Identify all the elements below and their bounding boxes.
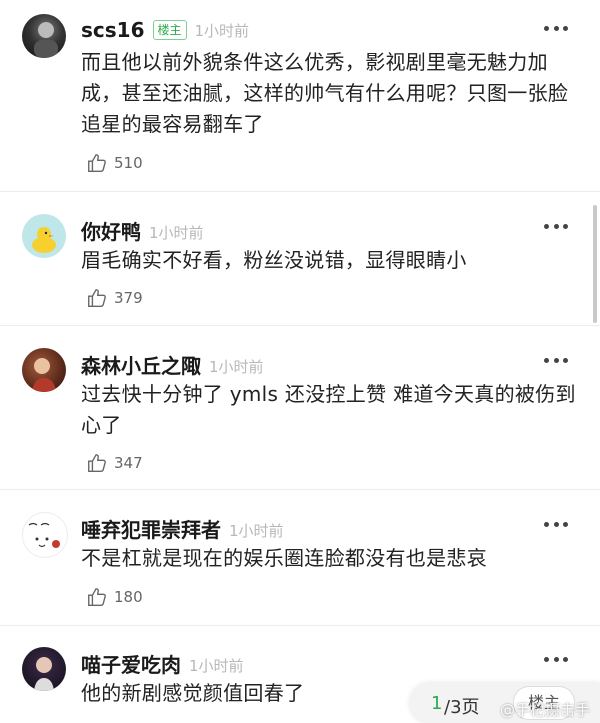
more-options-button[interactable] xyxy=(544,656,568,662)
thumbs-up-icon xyxy=(88,154,106,172)
op-badge: 楼主 xyxy=(152,20,187,40)
comment-item: 森林小丘之陬 1小时前 过去快十分钟了 ymls 还没控上赞 难道今天真的被伤到心… xyxy=(0,326,600,490)
username-text[interactable]: scs16 xyxy=(81,18,145,42)
more-dots-icon xyxy=(544,223,549,229)
comment-time: 1小时前 xyxy=(209,358,264,376)
like-count: 510 xyxy=(114,154,143,172)
like-button[interactable]: 347 xyxy=(86,452,143,474)
avatar[interactable] xyxy=(22,214,66,258)
comment-time: 1小时前 xyxy=(229,522,284,540)
watermark: @手杞摄击手 xyxy=(500,701,591,719)
avatar[interactable] xyxy=(22,348,66,392)
username-text[interactable]: 森林小丘之陬 xyxy=(81,354,201,378)
comment-time: 1小时前 xyxy=(194,22,250,40)
comment-text: 不是杠就是现在的娱乐圈连脸都没有也是悲哀 xyxy=(81,546,487,570)
comment-item: 唾弃犯罪崇拜者 1小时前 不是杠就是现在的娱乐圈连脸都没有也是悲哀 180 xyxy=(0,490,600,626)
like-count: 347 xyxy=(114,454,143,472)
more-dots-icon xyxy=(544,25,549,31)
like-button[interactable]: 379 xyxy=(86,287,143,309)
comment-username[interactable]: 森林小丘之陬 1小时前 xyxy=(81,350,264,379)
more-options-button[interactable] xyxy=(544,357,568,363)
more-options-button[interactable] xyxy=(544,521,568,527)
comment-text: 过去快十分钟了 ymls 还没控上赞 难道今天真的被伤到心了 xyxy=(81,382,576,437)
more-options-button[interactable] xyxy=(544,223,568,229)
total-pages: /3页 xyxy=(444,697,480,718)
like-count: 180 xyxy=(114,588,143,606)
like-count: 379 xyxy=(114,289,143,307)
current-page[interactable]: 1 xyxy=(431,693,442,714)
like-button[interactable]: 510 xyxy=(86,152,143,174)
scrollbar[interactable] xyxy=(593,205,597,323)
comment-username[interactable]: 唾弃犯罪崇拜者 1小时前 xyxy=(81,514,284,543)
avatar[interactable] xyxy=(22,647,66,691)
thumbs-up-icon xyxy=(88,454,106,472)
comment-username[interactable]: 你好鸭 1小时前 xyxy=(81,216,204,245)
comment-time: 1小时前 xyxy=(189,657,244,675)
username-text[interactable]: 你好鸭 xyxy=(81,220,141,244)
more-options-button[interactable] xyxy=(544,25,568,31)
comment-text: 眉毛确实不好看，粉丝没说错，显得眼睛小 xyxy=(81,248,467,272)
username-text[interactable]: 唾弃犯罪崇拜者 xyxy=(81,518,221,542)
comment-username[interactable]: scs16 楼主 1小时前 xyxy=(81,18,249,42)
comment-text: 而且他以前外貌条件这么优秀，影视剧里毫无魅力加成，甚至还油腻，这样的帅气有什么用… xyxy=(81,50,569,136)
more-dots-icon xyxy=(544,656,549,662)
avatar[interactable] xyxy=(22,512,68,558)
thumbs-up-icon xyxy=(88,588,106,606)
avatar[interactable] xyxy=(22,14,66,58)
username-text[interactable]: 喵子爱吃肉 xyxy=(81,653,181,677)
thumbs-up-icon xyxy=(88,289,106,307)
comment-item: scs16 楼主 1小时前 而且他以前外貌条件这么优秀，影视剧里毫无魅力加成，甚至还… xyxy=(0,0,600,192)
more-dots-icon xyxy=(544,521,549,527)
comment-username[interactable]: 喵子爱吃肉 1小时前 xyxy=(81,649,244,678)
like-button[interactable]: 180 xyxy=(86,586,143,608)
more-dots-icon xyxy=(544,357,549,363)
comment-item: 你好鸭 1小时前 眉毛确实不好看，粉丝没说错，显得眼睛小 379 xyxy=(0,192,600,326)
comment-time: 1小时前 xyxy=(149,224,204,242)
